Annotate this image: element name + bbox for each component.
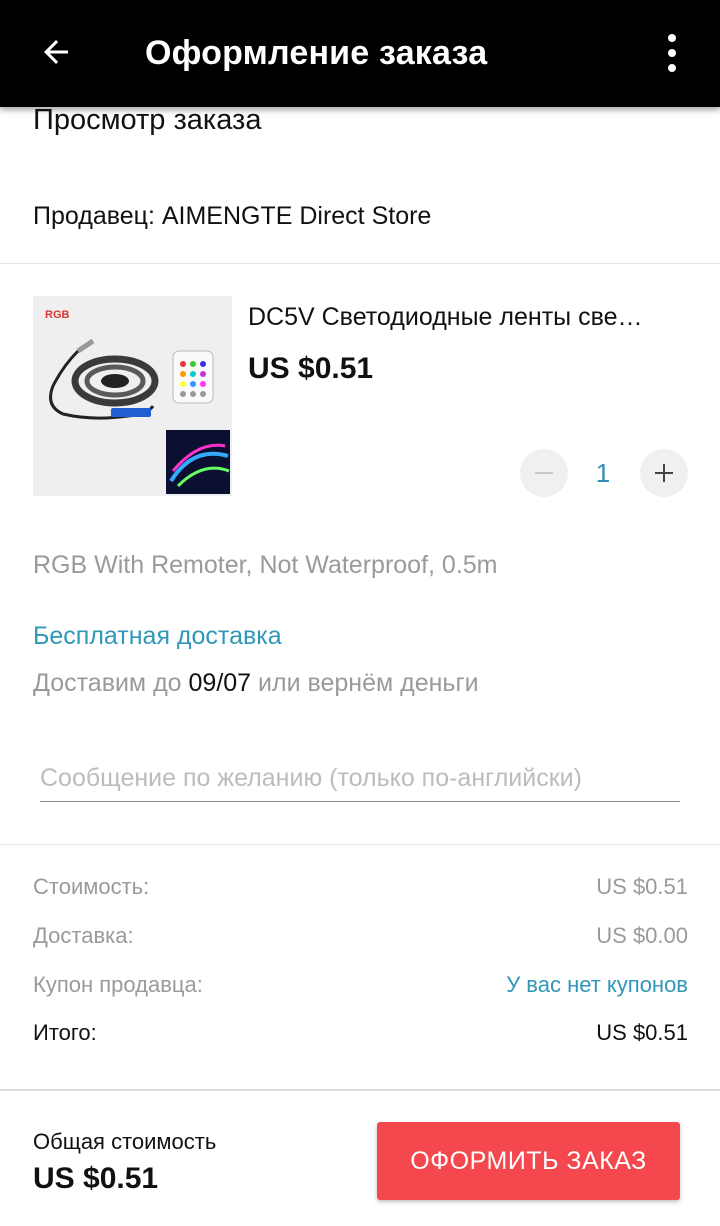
product-price: US $0.51 — [248, 352, 374, 385]
checkout-bar: Общая стоимость US $0.51 ОФОРМИТЬ ЗАКАЗ — [0, 1089, 720, 1226]
delivery-guarantee: Доставим до 09/07 или вернём деньги — [33, 666, 479, 700]
summary-row-total: Итого: US $0.51 — [33, 1016, 688, 1050]
back-button[interactable] — [34, 30, 78, 74]
more-vertical-icon — [668, 34, 676, 42]
delivery-date: 09/07 — [188, 669, 252, 697]
seller-message-input[interactable] — [40, 756, 680, 802]
divider — [0, 844, 720, 845]
plus-icon — [655, 464, 673, 482]
shipping-method-link[interactable]: Бесплатная доставка — [33, 619, 282, 653]
summary-row-cost: Стоимость: US $0.51 — [33, 870, 688, 904]
summary-value: US $0.51 — [596, 1020, 688, 1045]
seller-name[interactable]: Продавец: AIMENGTE Direct Store — [33, 199, 431, 233]
divider — [0, 263, 720, 264]
summary-value: US $0.00 — [596, 923, 688, 948]
summary-row-coupon: Купон продавца: У вас нет купонов — [33, 968, 688, 1002]
quantity-value: 1 — [595, 458, 611, 488]
more-menu-button[interactable] — [652, 28, 692, 78]
summary-value: US $0.51 — [596, 874, 688, 899]
quantity-decrease-button[interactable] — [520, 449, 568, 497]
total-label: Общая стоимость — [33, 1129, 217, 1154]
summary-label: Стоимость: — [33, 874, 150, 899]
total-amount: US $0.51 — [33, 1162, 159, 1195]
summary-label: Итого: — [33, 1020, 97, 1045]
led-strip-image: RGB — [33, 296, 232, 496]
summary-label: Купон продавца: — [33, 972, 203, 997]
product-title[interactable]: DC5V Светодиодные ленты све… — [248, 300, 688, 334]
summary-label: Доставка: — [33, 923, 134, 948]
product-image[interactable]: RGB — [33, 296, 232, 496]
minus-icon — [535, 472, 553, 474]
arrow-left-icon — [44, 40, 68, 64]
coupon-link[interactable]: У вас нет купонов — [506, 968, 688, 1002]
summary-row-shipping: Доставка: US $0.00 — [33, 919, 688, 953]
delivery-prefix: Доставим до — [33, 669, 189, 697]
app-bar: Оформление заказа — [0, 0, 720, 107]
page-title: Оформление заказа — [145, 34, 488, 72]
quantity-increase-button[interactable] — [640, 449, 688, 497]
delivery-suffix: или вернём деньги — [251, 669, 479, 697]
svg-text:RGB: RGB — [45, 309, 70, 321]
place-order-button[interactable]: ОФОРМИТЬ ЗАКАЗ — [377, 1122, 680, 1200]
product-variant: RGB With Remoter, Not Waterproof, 0.5m — [33, 551, 498, 579]
